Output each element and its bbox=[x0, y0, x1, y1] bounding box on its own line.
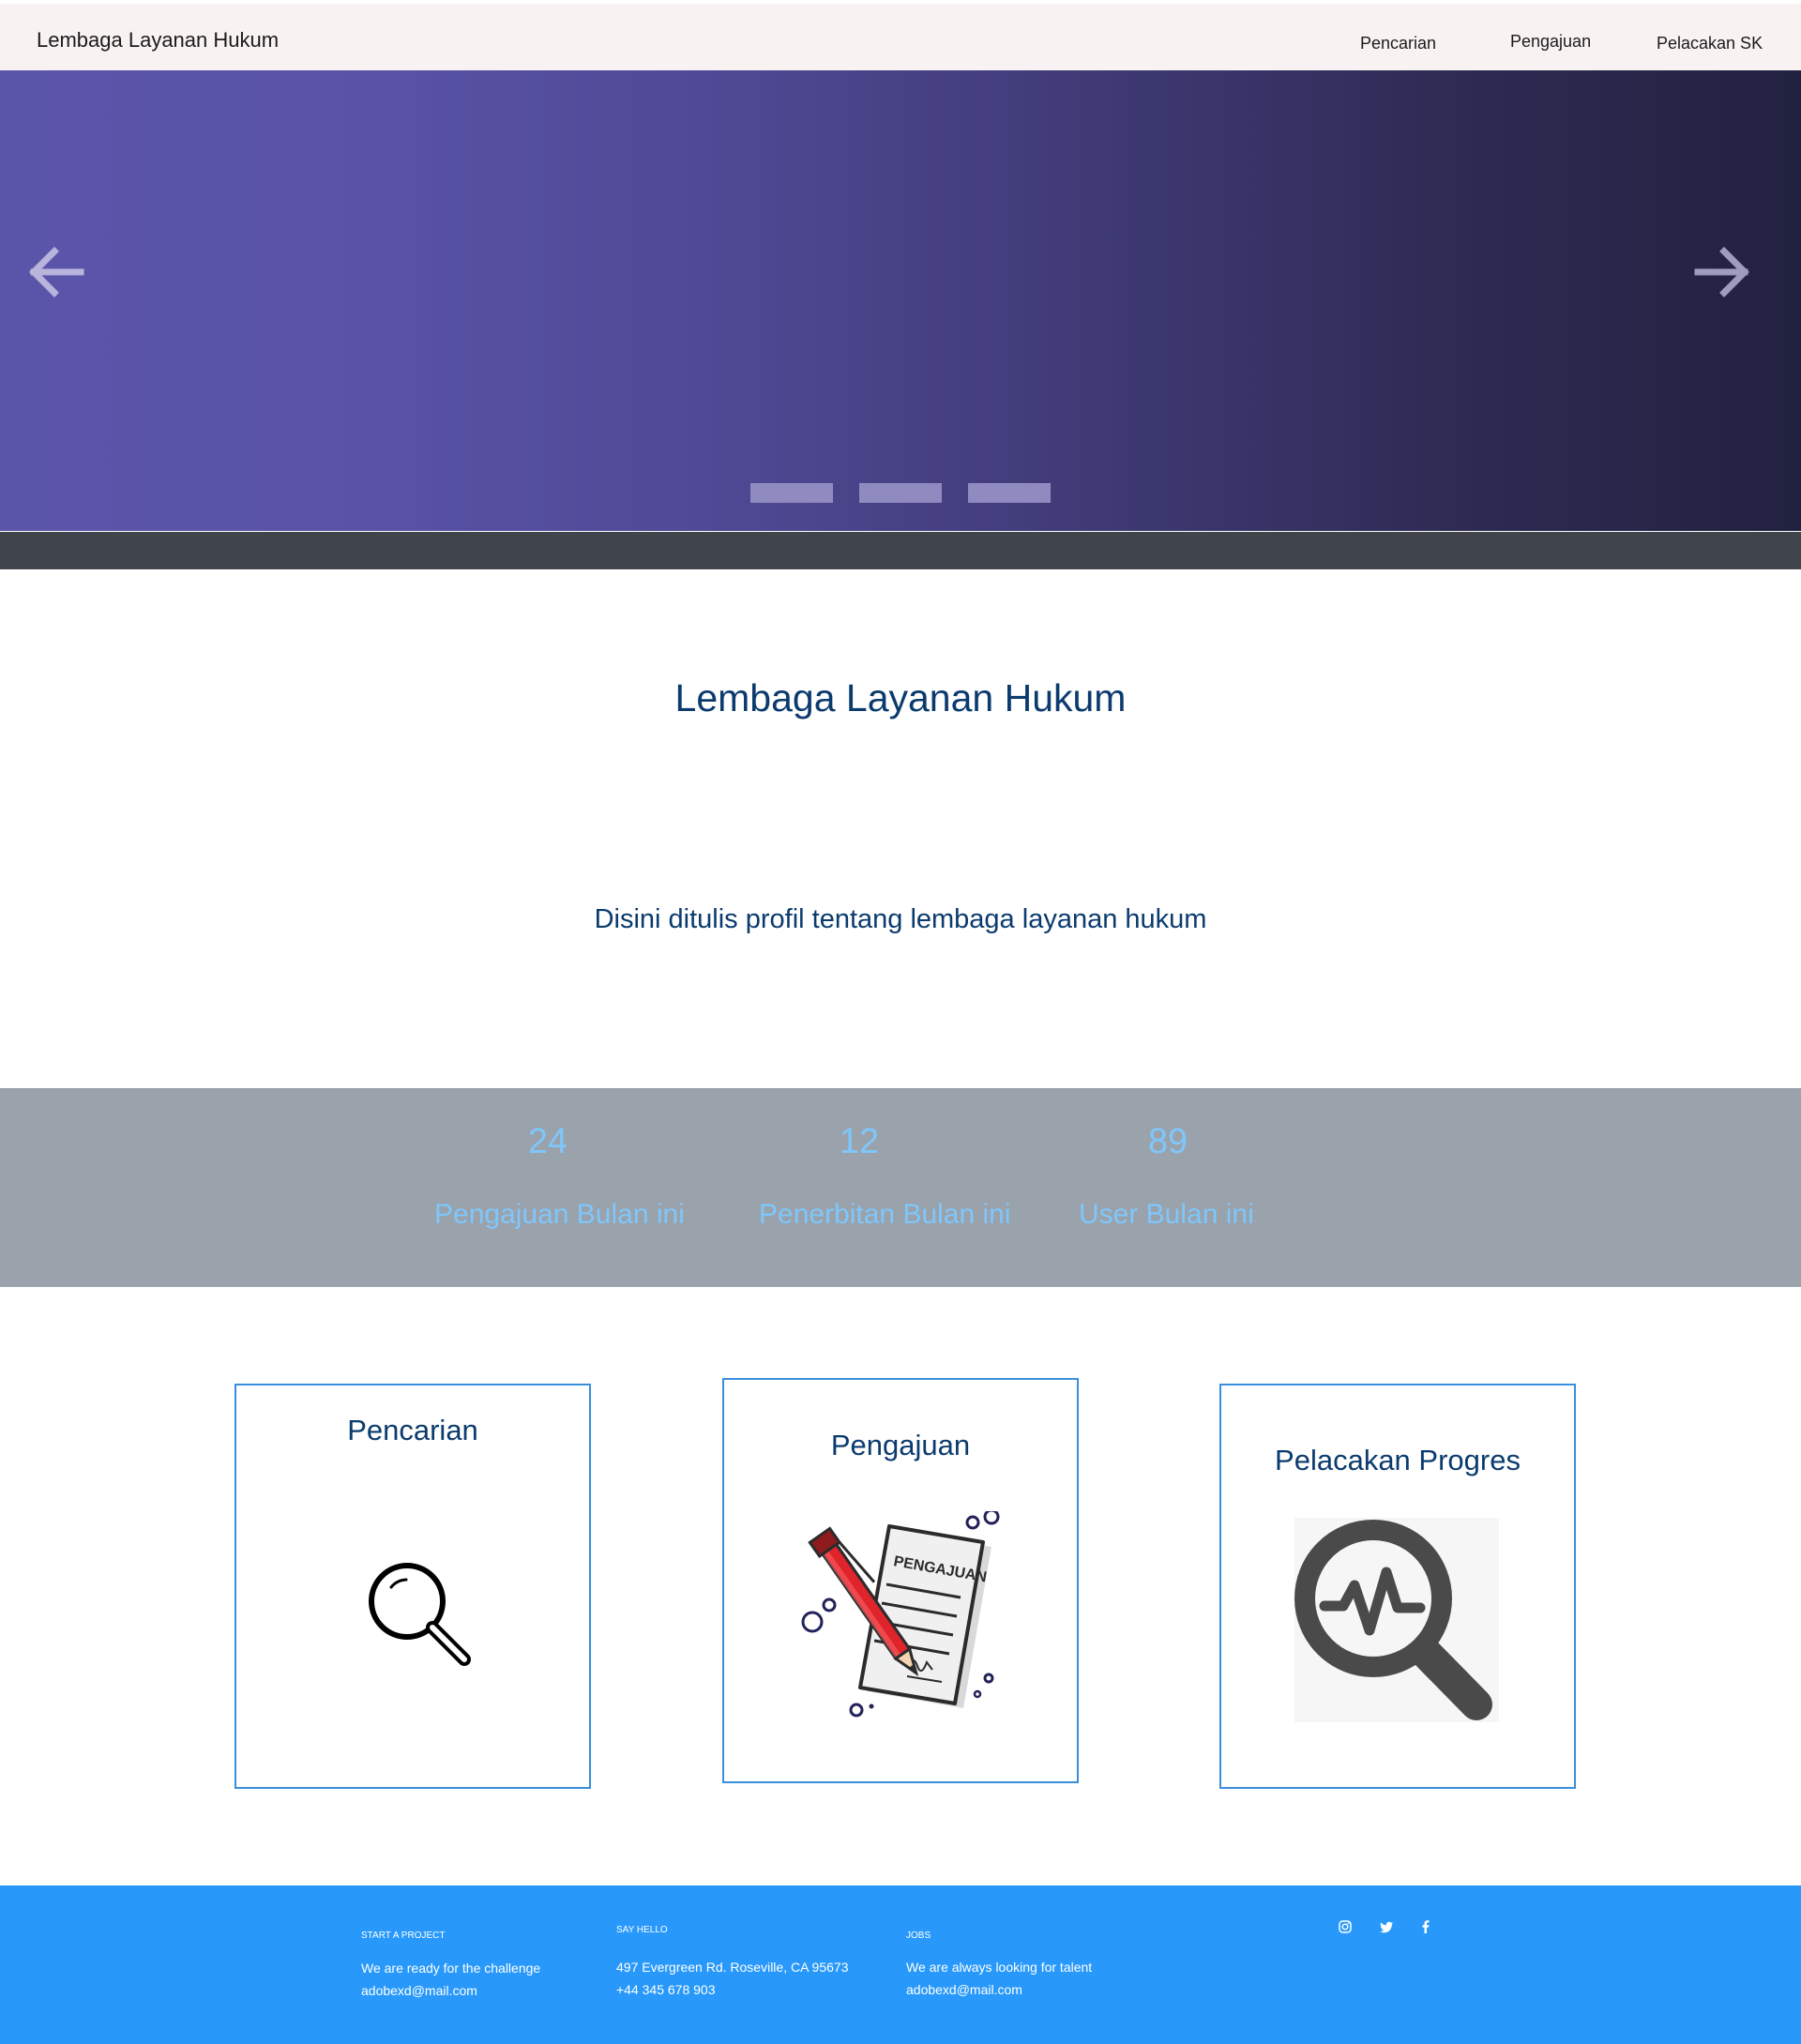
hero-carousel bbox=[0, 70, 1801, 531]
facebook-icon[interactable] bbox=[1418, 1919, 1433, 1934]
footer: START A PROJECT We are ready for the cha… bbox=[0, 1885, 1801, 2044]
profile-description: Disini ditulis profil tentang lembaga la… bbox=[594, 904, 1207, 934]
footer-jobs-email-link[interactable]: adobexd@mail.com bbox=[906, 1982, 1022, 1997]
twitter-icon[interactable] bbox=[1379, 1919, 1394, 1934]
stat-label-pengajuan: Pengajuan Bulan ini bbox=[434, 1199, 685, 1230]
carousel-indicator-3[interactable] bbox=[968, 483, 1051, 503]
magnifier-icon bbox=[363, 1559, 476, 1676]
card-title-pencarian: Pencarian bbox=[347, 1414, 478, 1446]
nav-link-pelacakan-sk[interactable]: Pelacakan SK bbox=[1657, 34, 1763, 53]
brand-title[interactable]: Lembaga Layanan Hukum bbox=[37, 28, 279, 53]
footer-address: 497 Evergreen Rd. Roseville, CA 95673 bbox=[616, 1960, 849, 1975]
footer-text-challenge: We are ready for the challenge bbox=[361, 1961, 541, 1976]
carousel-indicator-1[interactable] bbox=[750, 483, 833, 503]
document-pen-icon: PENGAJUAN bbox=[799, 1508, 1015, 1732]
stats-section: 24 Pengajuan Bulan ini 12 Penerbitan Bul… bbox=[0, 1088, 1801, 1287]
card-title-pengajuan: Pengajuan bbox=[830, 1429, 971, 1461]
card-pengajuan[interactable]: Pengajuan PENGAJUAN bbox=[722, 1378, 1079, 1783]
stat-value-penerbitan: 12 bbox=[839, 1122, 880, 1161]
card-pelacakan-progres[interactable]: Pelacakan Progres bbox=[1219, 1384, 1576, 1789]
nav-link-pengajuan[interactable]: Pengajuan bbox=[1510, 32, 1591, 52]
hero-bottom-strip bbox=[0, 532, 1801, 569]
card-pencarian[interactable]: Pencarian bbox=[235, 1384, 591, 1789]
footer-heading-say-hello: SAY HELLO bbox=[616, 1925, 668, 1935]
profile-title: Lembaga Layanan Hukum bbox=[674, 676, 1127, 719]
footer-text-talent: We are always looking for talent bbox=[906, 1960, 1093, 1975]
carousel-indicator-2[interactable] bbox=[859, 483, 942, 503]
footer-heading-start-project: START A PROJECT bbox=[361, 1930, 446, 1941]
carousel-indicators bbox=[750, 483, 1051, 503]
navbar: Lembaga Layanan Hukum Pencarian Pengajua… bbox=[0, 4, 1801, 70]
arrow-left-icon[interactable] bbox=[24, 239, 90, 305]
footer-phone[interactable]: +44 345 678 903 bbox=[616, 1982, 716, 1997]
footer-heading-jobs: JOBS bbox=[906, 1930, 931, 1941]
nav-link-pencarian[interactable]: Pencarian bbox=[1360, 34, 1436, 53]
stat-label-user: User Bulan ini bbox=[1079, 1199, 1254, 1230]
instagram-icon[interactable] bbox=[1338, 1919, 1353, 1934]
footer-email-link[interactable]: adobexd@mail.com bbox=[361, 1983, 477, 1998]
arrow-right-icon[interactable] bbox=[1688, 239, 1754, 305]
card-title-pelacakan-progres: Pelacakan Progres bbox=[1275, 1444, 1521, 1476]
stat-value-pengajuan: 24 bbox=[527, 1122, 568, 1161]
stat-label-penerbitan: Penerbitan Bulan ini bbox=[759, 1199, 1011, 1230]
stat-value-user: 89 bbox=[1147, 1122, 1188, 1161]
progress-search-icon bbox=[1289, 1512, 1505, 1733]
